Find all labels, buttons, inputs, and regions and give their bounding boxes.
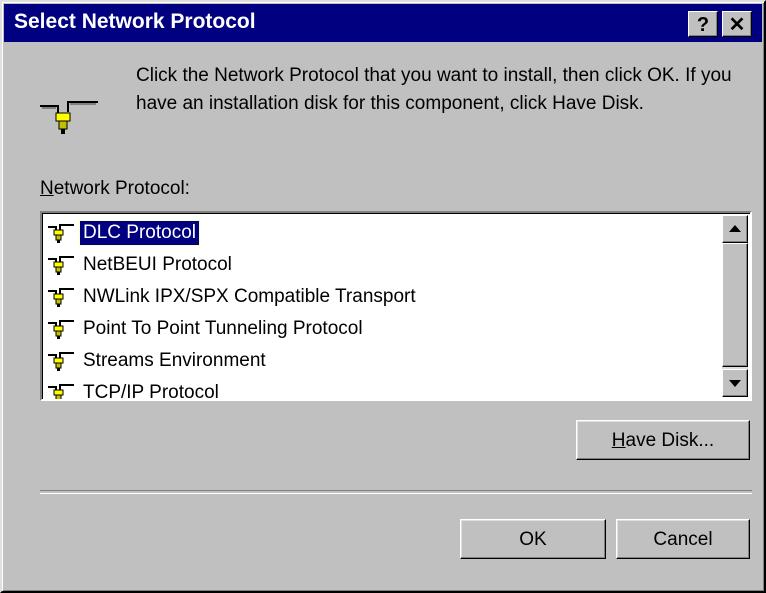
network-protocol-icon — [40, 101, 98, 134]
protocol-list-item[interactable]: TCP/IP Protocol — [46, 377, 716, 401]
protocol-list-item[interactable]: DLC Protocol — [46, 217, 716, 249]
window-title: Select Network Protocol — [14, 10, 256, 33]
protocol-list-item[interactable]: NetBEUI Protocol — [46, 249, 716, 281]
network-protocol-icon — [48, 256, 74, 275]
network-protocol-label: Network Protocol: — [40, 178, 190, 200]
vertical-scrollbar[interactable] — [722, 215, 748, 397]
close-button[interactable]: ✕ — [722, 11, 752, 37]
protocol-list-item-label: Streams Environment — [83, 350, 266, 371]
scroll-thumb[interactable] — [722, 243, 748, 367]
protocol-list-item-label: NetBEUI Protocol — [83, 254, 232, 275]
network-protocol-icon — [48, 288, 74, 307]
label-mnemonic: N — [40, 178, 54, 199]
cancel-button[interactable]: Cancel — [616, 519, 750, 559]
dialog-window: Select Network Protocol ? ✕ Click the Ne… — [0, 0, 766, 593]
title-bar[interactable]: Select Network Protocol ? ✕ — [4, 4, 762, 42]
protocol-list-item-label: Point To Point Tunneling Protocol — [83, 318, 363, 339]
help-button[interactable]: ? — [688, 11, 718, 37]
arrow-down-icon — [729, 380, 741, 387]
protocol-list-item[interactable]: Point To Point Tunneling Protocol — [46, 313, 716, 345]
arrow-up-icon — [729, 225, 741, 232]
ok-button[interactable]: OK — [460, 519, 606, 559]
have-disk-mnemonic: H — [611, 430, 626, 451]
protocol-list-item-label: NWLink IPX/SPX Compatible Transport — [83, 286, 416, 307]
protocol-listbox[interactable]: DLC Protocol NetBEUI Protocol NWLink IPX/S… — [40, 211, 752, 401]
network-protocol-icon — [48, 320, 74, 339]
have-disk-button[interactable]: Have Disk... — [576, 420, 750, 460]
instructions-text: Click the Network Protocol that you want… — [136, 65, 732, 114]
scroll-up-button[interactable] — [722, 215, 748, 243]
protocol-list-item[interactable]: Streams Environment — [46, 345, 716, 377]
protocol-list-item-label: TCP/IP Protocol — [83, 382, 219, 401]
scroll-down-button[interactable] — [722, 369, 748, 397]
protocol-list: DLC Protocol NetBEUI Protocol NWLink IPX/S… — [46, 217, 716, 401]
network-protocol-icon — [48, 224, 74, 243]
protocol-list-item-label: DLC Protocol — [79, 220, 200, 246]
label-text: etwork Protocol: — [53, 178, 190, 199]
network-protocol-icon — [48, 384, 74, 399]
network-protocol-icon — [48, 352, 74, 371]
protocol-list-item[interactable]: NWLink IPX/SPX Compatible Transport — [46, 281, 716, 313]
separator — [40, 490, 752, 494]
have-disk-label: ave Disk... — [625, 430, 715, 451]
